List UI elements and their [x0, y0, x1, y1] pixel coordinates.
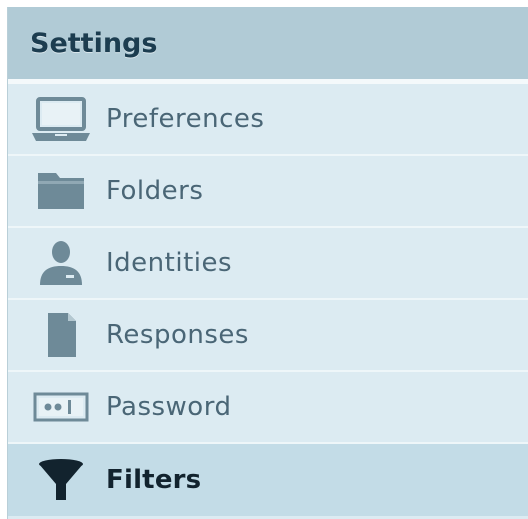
document-icon [30, 311, 92, 359]
menu-item-responses[interactable]: Responses [8, 300, 528, 372]
laptop-icon [30, 95, 92, 143]
menu-item-label: Filters [106, 465, 202, 495]
menu-item-label: Identities [106, 248, 233, 278]
settings-header: Settings [8, 7, 528, 84]
menu-item-folders[interactable]: Folders [8, 156, 528, 228]
menu-item-label: Folders [106, 176, 204, 206]
menu-item-identities[interactable]: Identities [8, 228, 528, 300]
menu-item-filters[interactable]: Filters [8, 444, 528, 516]
funnel-icon [30, 456, 92, 504]
folder-icon [30, 167, 92, 215]
menu-item-password[interactable]: Password [8, 372, 528, 444]
person-icon [30, 239, 92, 287]
menu-item-preferences[interactable]: Preferences [8, 84, 528, 156]
menu-item-label: Password [106, 392, 232, 422]
settings-title: Settings [30, 27, 158, 59]
menu-item-label: Preferences [106, 104, 265, 134]
menu-item-label: Responses [106, 320, 249, 350]
password-icon [30, 383, 92, 431]
settings-panel: Settings Preferences Folders Identities … [7, 7, 528, 519]
